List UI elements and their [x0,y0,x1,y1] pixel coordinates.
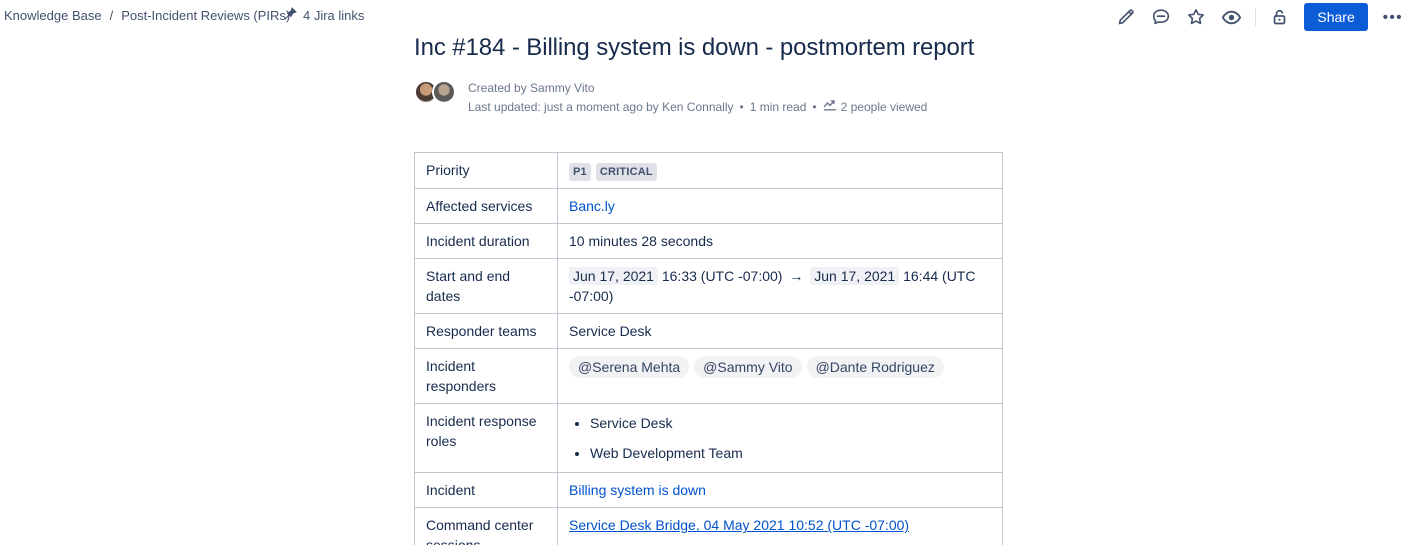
author-avatars[interactable] [414,80,456,104]
unlocked-padlock-icon[interactable] [1269,6,1291,28]
table-row-command-center-sessions: Command center sessions Service Desk Bri… [415,508,1003,545]
star-icon[interactable] [1185,6,1207,28]
jira-links-chip[interactable]: 4 Jira links [283,6,364,24]
incident-link[interactable]: Billing system is down [569,482,706,498]
priority-badge-p1: P1 [569,163,591,181]
breadcrumb: Knowledge Base / Post-Incident Reviews (… [4,8,290,23]
mention-serena-mehta[interactable]: @Serena Mehta [569,356,689,378]
row-label: Command center sessions [415,508,558,545]
more-actions-ellipsis-icon[interactable]: ••• [1381,9,1405,26]
arrow-right-icon: → [786,268,806,284]
watch-eye-icon[interactable] [1220,6,1242,28]
page-title: Inc #184 - Billing system is down - post… [414,34,1003,62]
page-actions: Share ••• [1115,4,1405,30]
table-row-responder-teams: Responder teams Service Desk [415,314,1003,349]
responder-teams-value: Service Desk [558,314,1003,349]
row-label: Incident responders [415,349,558,404]
comment-bubble-icon[interactable] [1150,6,1172,28]
avatar-ken-connally[interactable] [432,80,456,104]
priority-badge-critical: CRITICAL [596,163,657,181]
table-row-start-end-dates: Start and end dates Jun 17, 2021 16:33 (… [415,259,1003,314]
table-row-incident: Incident Billing system is down [415,473,1003,508]
breadcrumb-knowledge-base[interactable]: Knowledge Base [4,8,102,23]
start-date-chip[interactable]: Jun 17, 2021 [569,267,658,285]
end-date-chip[interactable]: Jun 17, 2021 [810,267,899,285]
affected-service-link[interactable]: Banc.ly [569,198,615,214]
pin-icon [283,6,298,24]
row-label: Affected services [415,189,558,224]
table-row-incident-duration: Incident duration 10 minutes 28 seconds [415,224,1003,259]
row-label: Incident [415,473,558,508]
list-item: Service Desk [590,413,991,433]
row-label: Start and end dates [415,259,558,314]
mention-dante-rodriguez[interactable]: @Dante Rodriguez [807,356,944,378]
share-button[interactable]: Share [1304,3,1367,31]
response-roles-list: Service Desk Web Development Team [590,413,991,463]
trend-chart-icon [823,98,837,117]
jira-links-label: 4 Jira links [303,8,364,23]
people-viewed-link[interactable]: 2 people viewed [823,98,928,117]
incident-duration-value: 10 minutes 28 seconds [558,224,1003,259]
breadcrumb-post-incident-reviews[interactable]: Post-Incident Reviews (PIRs) [121,8,290,23]
breadcrumb-separator: / [110,8,114,23]
row-label: Incident duration [415,224,558,259]
top-bar: Knowledge Base / Post-Incident Reviews (… [0,0,1417,34]
mention-sammy-vito[interactable]: @Sammy Vito [694,356,801,378]
byline: Created by Sammy Vito Last updated: just… [414,79,1003,117]
list-item: Web Development Team [590,443,991,463]
page-content: Inc #184 - Billing system is down - post… [414,0,1003,545]
incident-details-table: Priority P1 CRITICAL Affected services Ba… [414,152,1003,545]
last-updated-text: Last updated: just a moment ago by Ken C… [468,98,734,117]
read-time-text: 1 min read [750,98,807,117]
edit-pencil-icon[interactable] [1115,6,1137,28]
actions-divider [1255,8,1256,26]
row-label: Responder teams [415,314,558,349]
command-center-session-link[interactable]: Service Desk Bridge, 04 May 2021 10:52 (… [569,517,909,533]
table-row-incident-responders: Incident responders @Serena Mehta@Sammy … [415,349,1003,404]
row-label: Priority [415,153,558,189]
table-row-priority: Priority P1 CRITICAL [415,153,1003,189]
byline-dot: • [812,98,816,117]
table-row-incident-response-roles: Incident response roles Service Desk Web… [415,404,1003,473]
byline-dot: • [740,98,744,117]
created-by-text: Created by Sammy Vito [468,79,927,98]
table-row-affected-services: Affected services Banc.ly [415,189,1003,224]
start-time-text: 16:33 (UTC -07:00) [662,268,783,284]
people-viewed-text: 2 people viewed [841,98,928,117]
row-label: Incident response roles [415,404,558,473]
